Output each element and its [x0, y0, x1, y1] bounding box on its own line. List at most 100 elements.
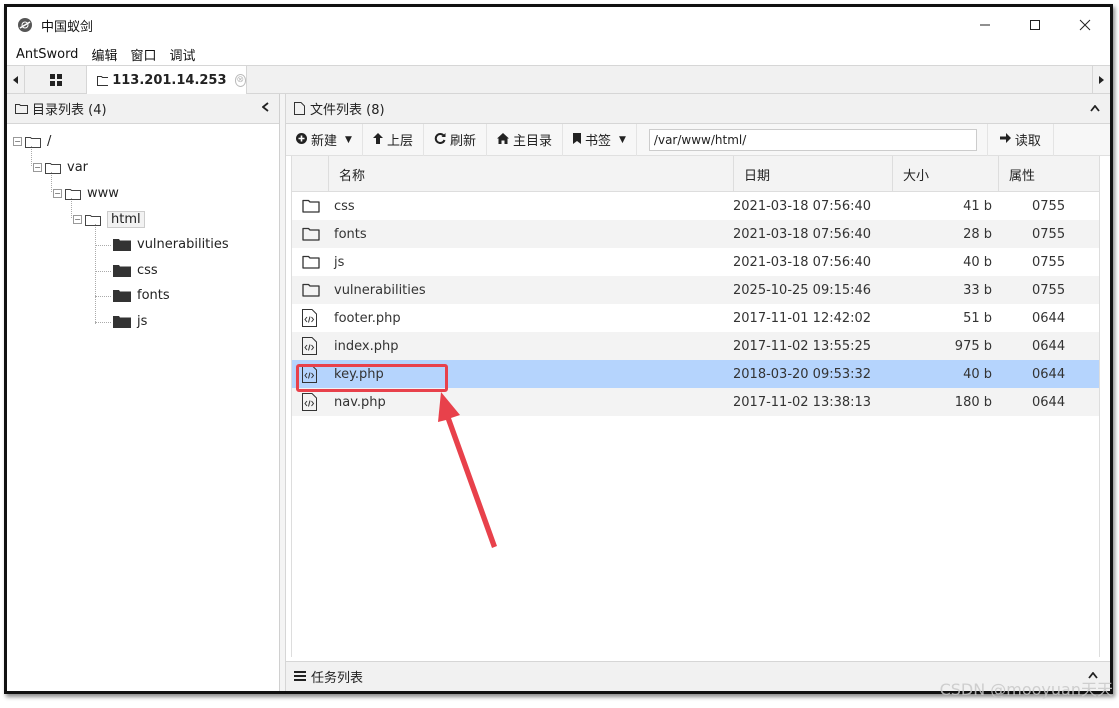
- plus-circle-icon: [296, 132, 307, 147]
- file-grid: 名称 日期 大小 属性 css 2021-03-18 07:56:40 41 b 07…: [291, 156, 1100, 657]
- file-row-js[interactable]: js 2021-03-18 07:56:40 40 b 0755: [292, 248, 1099, 276]
- tab-home[interactable]: [25, 66, 87, 94]
- arrow-right-icon: [999, 132, 1011, 147]
- caret-down-icon: ▼: [619, 134, 626, 145]
- minimize-button[interactable]: [960, 7, 1010, 43]
- grid-header: 名称 日期 大小 属性: [292, 156, 1099, 192]
- tree-node-html[interactable]: − html: [73, 211, 145, 228]
- file-size: 33 b: [963, 282, 992, 298]
- maximize-icon: [1030, 20, 1040, 30]
- tab-shell-session[interactable]: 113.201.14.253 ⊗: [87, 66, 247, 94]
- tree-node-css[interactable]: css: [113, 263, 158, 278]
- title-bar: 中国蚁剑: [7, 7, 1110, 43]
- tab-bar: 113.201.14.253 ⊗: [7, 65, 1110, 94]
- folder-outline-icon: [97, 75, 109, 86]
- path-input[interactable]: [648, 128, 977, 151]
- file-row-nav-php[interactable]: nav.php 2017-11-02 13:38:13 180 b 0644: [292, 388, 1099, 416]
- file-date: 2021-03-18 07:56:40: [733, 226, 872, 242]
- file-row-index-php[interactable]: index.php 2017-11-02 13:55:25 975 b 0644: [292, 332, 1099, 360]
- file-size: 51 b: [963, 310, 992, 326]
- folder-outline-icon: [302, 248, 322, 276]
- file-row-fonts[interactable]: fonts 2021-03-18 07:56:40 28 b 0755: [292, 220, 1099, 248]
- directory-panel-title: 目录列表 (4): [32, 103, 107, 118]
- folder-outline-icon: [45, 162, 61, 174]
- folder-outline-icon: [25, 136, 41, 148]
- grid-icon: [49, 74, 62, 86]
- bookmark-icon: [572, 132, 581, 147]
- file-date: 2017-11-02 13:38:13: [733, 394, 872, 410]
- collapse-icon[interactable]: −: [73, 215, 82, 224]
- file-attr: 0755: [1032, 198, 1066, 214]
- tab-scroll-right-button[interactable]: [1092, 66, 1110, 94]
- file-list-title: 文件列表 (8): [310, 103, 385, 118]
- arrow-up-icon: [372, 132, 383, 147]
- refresh-button[interactable]: 刷新: [424, 123, 487, 156]
- folder-outline-icon: [302, 276, 322, 304]
- file-date: 2021-03-18 07:56:40: [733, 198, 872, 214]
- file-date: 2018-03-20 09:53:32: [733, 366, 872, 382]
- file-size: 180 b: [954, 394, 992, 410]
- file-attr: 0644: [1032, 310, 1066, 326]
- file-date: 2017-11-01 12:42:02: [733, 310, 872, 326]
- caret-left-icon: [12, 76, 18, 84]
- file-size: 40 b: [963, 366, 992, 382]
- column-name[interactable]: 名称: [328, 156, 733, 192]
- folder-icon: [113, 239, 131, 251]
- file-row-footer-php[interactable]: footer.php 2017-11-01 12:42:02 51 b 0644: [292, 304, 1099, 332]
- bookmark-button[interactable]: 书签 ▼: [563, 123, 637, 156]
- tree-node-var[interactable]: − var: [33, 160, 88, 175]
- column-date[interactable]: 日期: [733, 156, 892, 192]
- menu-edit[interactable]: 编辑: [91, 45, 117, 64]
- window-title: 中国蚁剑: [41, 19, 94, 35]
- tree-node-vulnerabilities[interactable]: vulnerabilities: [113, 237, 229, 252]
- collapse-left-icon[interactable]: [261, 101, 269, 115]
- new-button[interactable]: 新建 ▼: [286, 123, 363, 156]
- menu-antsword[interactable]: AntSword: [16, 47, 78, 62]
- tree-node-fonts[interactable]: fonts: [113, 288, 170, 303]
- file-name: index.php: [334, 338, 399, 354]
- menu-bar: AntSword 编辑 窗口 调试: [7, 43, 1110, 65]
- file-icon: [294, 102, 305, 115]
- folder-outline-icon: [302, 220, 322, 248]
- close-window-button[interactable]: [1060, 7, 1110, 43]
- folder-outline-icon: [15, 104, 28, 114]
- file-name: css: [334, 198, 355, 214]
- caret-right-icon: [1098, 76, 1104, 84]
- file-attr: 0644: [1032, 366, 1066, 382]
- file-row-css[interactable]: css 2021-03-18 07:56:40 41 b 0755: [292, 192, 1099, 220]
- collapse-icon[interactable]: −: [33, 163, 42, 172]
- maximize-button[interactable]: [1010, 7, 1060, 43]
- column-size[interactable]: 大小: [892, 156, 998, 192]
- file-name: js: [334, 254, 345, 270]
- collapse-icon[interactable]: −: [13, 137, 22, 146]
- menu-window[interactable]: 窗口: [130, 45, 156, 64]
- watermark: CSDN @mooyuan天天: [939, 680, 1113, 699]
- file-attr: 0755: [1032, 254, 1066, 270]
- home-icon: [496, 132, 509, 147]
- caret-down-icon: ▼: [345, 134, 352, 145]
- menu-debug[interactable]: 调试: [169, 45, 195, 64]
- file-name: vulnerabilities: [334, 282, 426, 298]
- up-button[interactable]: 上层: [363, 123, 424, 156]
- collapse-icon[interactable]: −: [53, 189, 62, 198]
- read-button[interactable]: 读取: [986, 123, 1054, 156]
- tab-close-icon[interactable]: ⊗: [234, 73, 246, 87]
- collapse-up-icon[interactable]: [1090, 101, 1100, 115]
- file-size: 28 b: [963, 226, 992, 242]
- file-date: 2021-03-18 07:56:40: [733, 254, 872, 270]
- file-attr: 0644: [1032, 394, 1066, 410]
- file-name: fonts: [334, 226, 367, 242]
- home-button[interactable]: 主目录: [487, 123, 563, 156]
- file-row-vulnerabilities[interactable]: vulnerabilities 2025-10-25 09:15:46 33 b 07…: [292, 276, 1099, 304]
- tree-node-root[interactable]: − /: [13, 134, 51, 149]
- directory-panel-header: 目录列表 (4): [7, 94, 279, 124]
- task-list-title: 任务列表: [311, 671, 364, 686]
- annotation-highlight-box: [296, 364, 448, 392]
- tree-node-www[interactable]: − www: [53, 186, 119, 201]
- code-file-icon: [302, 388, 322, 416]
- tree-node-js[interactable]: js: [113, 314, 147, 329]
- code-file-icon: [302, 332, 322, 360]
- folder-outline-icon: [302, 192, 322, 220]
- column-attr[interactable]: 属性: [998, 156, 1099, 192]
- tab-scroll-left-button[interactable]: [7, 66, 25, 94]
